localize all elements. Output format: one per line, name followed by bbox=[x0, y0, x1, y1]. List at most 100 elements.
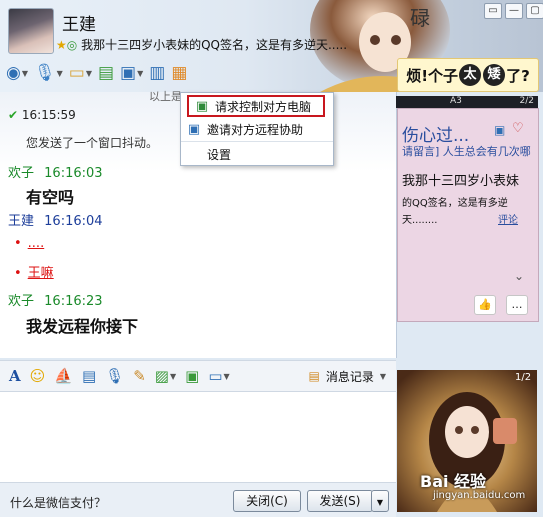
star-icon: ★ bbox=[56, 38, 67, 52]
menu-item-label: 邀请对方远程协助 bbox=[207, 122, 304, 137]
share-screen-button[interactable]: ▥ bbox=[149, 60, 165, 86]
font-icon: A bbox=[9, 367, 21, 385]
maximize-button[interactable]: ▢ bbox=[526, 3, 543, 19]
chevron-down-icon: ▼ bbox=[379, 371, 386, 381]
system-message: ✔ 16:15:59 bbox=[8, 108, 76, 122]
chevron-down-icon[interactable]: ▼ bbox=[224, 372, 230, 381]
send-options-button[interactable]: ▼ bbox=[371, 490, 389, 512]
microphone-icon: 🎙 bbox=[34, 63, 56, 83]
screenshot-button[interactable]: ▭ ▼ bbox=[208, 367, 229, 385]
card-subtitle: 请留言] 人生总会有几次哪 bbox=[402, 145, 531, 158]
person-icon: ▣ bbox=[494, 123, 506, 137]
video-clip-button[interactable]: ▤ bbox=[82, 367, 96, 385]
signature-text: 我那十三四岁小表妹的QQ签名，这是有多逆天..... bbox=[81, 38, 348, 52]
file-transfer-button[interactable]: ▭ ▼ bbox=[69, 60, 92, 86]
film-icon: ▤ bbox=[81, 367, 97, 385]
message-time: 16:15:59 bbox=[21, 108, 76, 122]
message-text: 我发远程你接下 bbox=[26, 317, 139, 336]
menu-item-settings[interactable]: 设置 bbox=[181, 141, 333, 166]
message-header: 王建 16:16:04 bbox=[8, 210, 103, 229]
voice-message-button[interactable]: 🎙 bbox=[105, 367, 124, 385]
check-icon: ✔ bbox=[8, 108, 19, 122]
menu-item-invite-assist[interactable]: ▣ 邀请对方远程协助 bbox=[181, 117, 333, 141]
banner-dot-2: 矮 bbox=[483, 64, 506, 86]
signature-row: ★◎ 我那十三四岁小表妹的QQ签名，这是有多逆天..... bbox=[56, 36, 347, 53]
video-button[interactable]: ◉ ▼ bbox=[6, 60, 28, 86]
sender-name: 欢子 bbox=[8, 166, 35, 181]
partial-text: 以上是 bbox=[149, 90, 182, 103]
wechat-pay-link[interactable]: 什么是微信支付？ bbox=[10, 494, 106, 511]
side-pager-bottom[interactable]: 1/2 bbox=[515, 372, 531, 383]
sms-button[interactable]: ▤ bbox=[98, 60, 114, 86]
qzone-icon: ◎ bbox=[66, 38, 78, 52]
chevron-down-icon[interactable]: ▼ bbox=[86, 69, 92, 78]
remote-desktop-button[interactable]: ▣ ▼ bbox=[120, 60, 143, 86]
ad-banner[interactable]: 烦!个子太矮了? bbox=[397, 58, 539, 92]
format-toolbar: A ☺ ⛵ ▤ 🎙 ✎ ▨ ▼ ▣ ▭ ▼ ▤ 消息记录 ▼ bbox=[0, 360, 396, 392]
microphone-icon: 🎙 bbox=[105, 367, 125, 385]
history-label: 消息记录 bbox=[325, 369, 374, 384]
screenshot-icon: ▭ bbox=[208, 367, 223, 385]
contact-name: 王建 bbox=[62, 15, 96, 35]
chevron-down-icon[interactable]: ▼ bbox=[57, 69, 63, 78]
voice-button[interactable]: 🎙 ▼ bbox=[34, 60, 63, 86]
chevron-down-icon[interactable]: ▼ bbox=[22, 69, 28, 78]
remote-control-icon: ▣ bbox=[195, 98, 209, 114]
emoji-button[interactable]: ☺ bbox=[30, 367, 46, 385]
menu-item-label: 设置 bbox=[207, 147, 232, 162]
scribble-button[interactable]: ✎ bbox=[133, 367, 146, 385]
bell-icon: ⛵ bbox=[54, 367, 73, 385]
shake-button[interactable]: ⛵ bbox=[54, 367, 73, 385]
file-transfer-icon: ▭ bbox=[68, 63, 85, 83]
skin-button[interactable]: ▭ bbox=[484, 3, 502, 19]
share-screen-icon: ▥ bbox=[149, 63, 166, 83]
qzone-card[interactable]: 伤心过... ▣ ♡ 请留言] 人生总会有几次哪 我那十三四岁小表妹 的QQ签名… bbox=[397, 108, 539, 322]
menu-item-label: 请求控制对方电脑 bbox=[215, 99, 312, 114]
shake-notice: 您发送了一个窗口抖动。 bbox=[26, 136, 159, 150]
banner-text-2: 了? bbox=[506, 66, 530, 85]
sender-name: 王建 bbox=[8, 214, 35, 229]
chevron-down-icon[interactable]: ⌄ bbox=[514, 269, 524, 283]
message-time: 16:16:23 bbox=[44, 294, 103, 309]
page-indicator[interactable]: 2/2 bbox=[520, 96, 534, 108]
chat-toolbar: ◉ ▼ 🎙 ▼ ▭ ▼ ▤ ▣ ▼ ▥ ▦ bbox=[6, 60, 193, 86]
comment-icon: … bbox=[511, 298, 523, 311]
font-button[interactable]: A bbox=[9, 367, 21, 385]
emoji-icon: ☺ bbox=[29, 367, 46, 385]
send-button[interactable]: 发送(S) bbox=[307, 490, 373, 512]
message-text: .... bbox=[27, 236, 45, 251]
video-icon: ◉ bbox=[6, 63, 21, 83]
chevron-down-icon: ▼ bbox=[376, 498, 384, 507]
side-pager-top: A3 2/2 bbox=[396, 96, 538, 108]
history-icon: ▤ bbox=[308, 369, 320, 383]
thumbs-up-icon: 👍 bbox=[478, 298, 492, 311]
heart-icon: ♡ bbox=[512, 121, 524, 136]
sms-icon: ▤ bbox=[97, 63, 115, 83]
message-time: 16:16:03 bbox=[44, 166, 103, 181]
avatar[interactable] bbox=[8, 8, 54, 54]
apps-icon: ▦ bbox=[171, 63, 188, 83]
message-header: 欢子 16:16:03 bbox=[8, 162, 103, 181]
menu-item-request-control[interactable]: ▣ 请求控制对方电脑 bbox=[187, 95, 325, 117]
message-text: 王嘛 bbox=[27, 266, 54, 281]
close-button[interactable]: 关闭(C) bbox=[233, 490, 301, 512]
apps-button[interactable]: ▦ bbox=[171, 60, 187, 86]
message-line: • 王嘛 bbox=[14, 266, 54, 281]
like-button[interactable]: 👍 bbox=[474, 295, 496, 315]
pencil-icon: ✎ bbox=[133, 367, 146, 385]
message-time: 16:16:04 bbox=[44, 214, 103, 229]
comment-button[interactable]: … bbox=[506, 295, 528, 315]
message-input[interactable] bbox=[0, 392, 396, 482]
message-history-button[interactable]: ▤ 消息记录 ▼ bbox=[308, 368, 386, 385]
send-image-button[interactable]: ▨ ▼ bbox=[155, 367, 176, 385]
chevron-down-icon[interactable]: ▼ bbox=[137, 69, 143, 78]
chevron-down-icon[interactable]: ▼ bbox=[170, 372, 176, 381]
card-body: 我那十三四岁小表妹 bbox=[402, 174, 520, 189]
minimize-button[interactable]: — bbox=[505, 3, 523, 19]
message-text: 有空吗 bbox=[26, 188, 75, 207]
comment-link[interactable]: 评论 bbox=[498, 211, 518, 226]
message-header: 欢子 16:16:23 bbox=[8, 290, 103, 309]
banner-dot-1: 太 bbox=[459, 64, 482, 86]
gift-button[interactable]: ▣ bbox=[185, 367, 199, 385]
watermark-url: jingyan.baidu.com bbox=[433, 490, 526, 501]
